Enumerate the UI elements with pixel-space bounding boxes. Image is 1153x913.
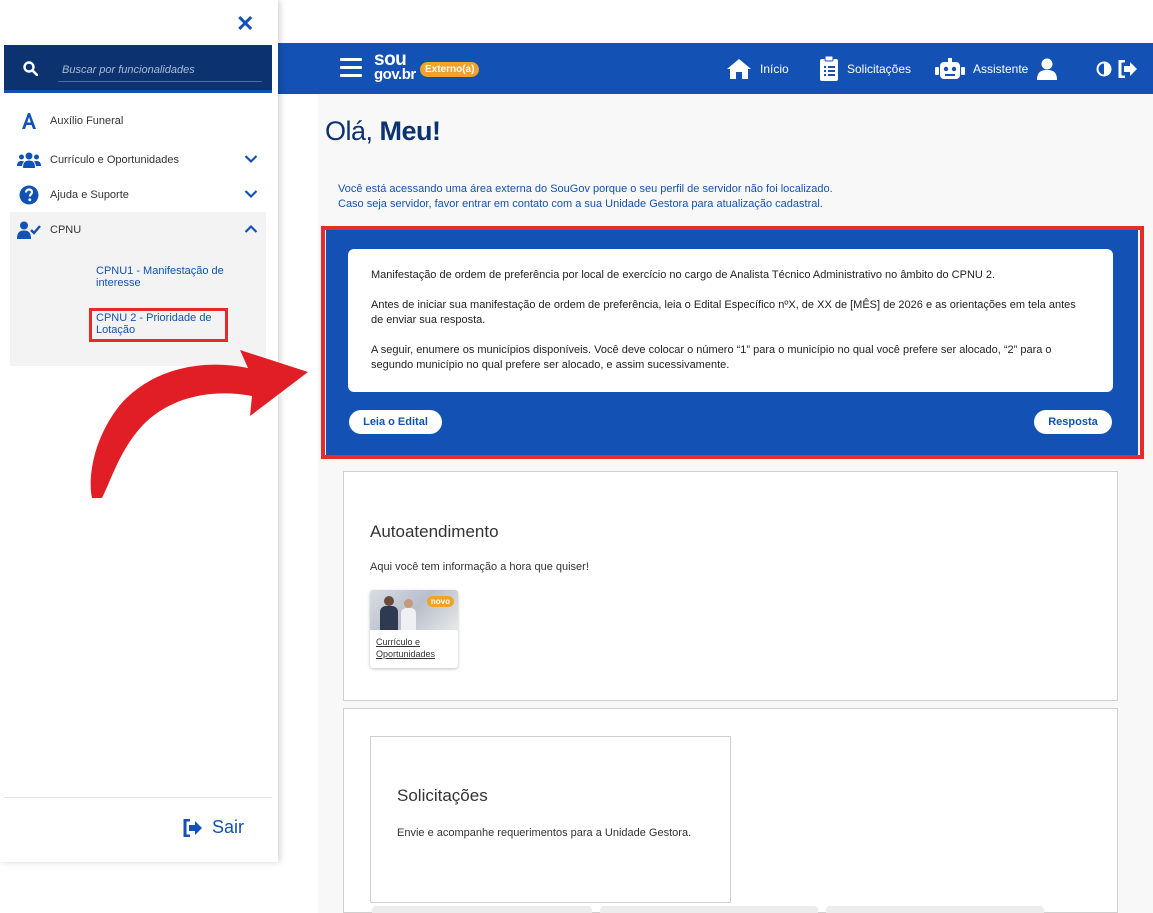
nav-assistente-label: Assistente <box>973 61 1029 76</box>
logout-label: Sair <box>212 817 245 837</box>
chevron-down-icon[interactable] <box>244 189 258 199</box>
search-input[interactable] <box>58 58 262 82</box>
contrast-icon <box>1096 61 1112 76</box>
notice-line1: Você está acessando uma área externa do … <box>338 183 833 195</box>
menu-icon[interactable] <box>340 58 362 78</box>
autoatendimento-section: Autoatendimento Aqui você tem informação… <box>343 471 1118 701</box>
greeting-prefix: Olá, <box>325 116 373 146</box>
logo-line2: gov.br <box>374 66 416 83</box>
letter-a-icon <box>14 112 44 130</box>
contrast-toggle[interactable] <box>1096 43 1120 94</box>
solicitacoes-section: Solicitações Envie e acompanhe requerime… <box>343 708 1118 913</box>
sidebar-logout-button[interactable]: Sair <box>183 817 244 838</box>
question-circle-icon <box>14 185 44 205</box>
user-profile-button[interactable] <box>1037 43 1065 94</box>
page-title: Olá, Meu! <box>325 116 441 147</box>
nav-solicitacoes[interactable]: Solicitações <box>819 43 911 94</box>
card-stub <box>372 906 592 913</box>
logout-icon <box>183 818 202 837</box>
robot-icon <box>935 57 965 79</box>
nav-inicio-label: Início <box>760 61 789 76</box>
sidebar-item-auxilio-funeral[interactable]: Auxílio Funeral <box>10 105 266 137</box>
sidebar-subitem-cpnu1[interactable]: CPNU1 - Manifestação de interesse <box>96 265 236 289</box>
solicitacoes-title: Solicitações <box>397 786 488 805</box>
solicitacoes-desc: Envie e acompanhe requerimentos para a U… <box>397 827 692 839</box>
autoatendimento-title: Autoatendimento <box>370 522 499 541</box>
sidebar-item-ajuda[interactable]: Ajuda e Suporte <box>10 179 266 211</box>
annotation-arrow-icon <box>90 350 308 498</box>
search-bar <box>4 45 272 93</box>
card-stub <box>826 906 1044 913</box>
notice-line2: Caso seja servidor, favor entrar em cont… <box>338 198 823 210</box>
curriculo-card[interactable]: novo Currículo e Oportunidades <box>370 590 458 668</box>
highlight-outline-panel <box>321 226 1144 459</box>
sidebar-item-curriculo[interactable]: Currículo e Oportunidades <box>10 144 266 176</box>
user-check-icon <box>14 221 44 239</box>
clipboard-icon <box>820 55 838 81</box>
logo-line1: sou <box>374 49 407 70</box>
users-icon <box>14 152 44 168</box>
solicitacoes-card[interactable]: Solicitações Envie e acompanhe requerime… <box>370 736 731 903</box>
search-icon <box>23 61 38 76</box>
chevron-down-icon[interactable] <box>244 154 258 164</box>
sidebar-item-label: Auxílio Funeral <box>50 115 124 127</box>
sidebar-item-label: Currículo e Oportunidades <box>50 154 180 166</box>
header-logout-button[interactable] <box>1118 43 1146 94</box>
external-notice: Você está acessando uma área externa do … <box>338 182 833 212</box>
nav-assistente[interactable]: Assistente <box>935 43 1028 94</box>
logout-icon <box>1118 59 1137 78</box>
top-header: sou gov.br Externo(a) Início Solicitaçõe… <box>278 43 1153 94</box>
novo-badge: novo <box>426 596 454 607</box>
user-icon <box>1037 58 1057 80</box>
curriculo-card-label: Currículo e Oportunidades <box>376 637 436 659</box>
nav-inicio[interactable]: Início <box>726 43 789 94</box>
sidebar-item-cpnu[interactable]: CPNU <box>10 214 266 246</box>
chevron-up-icon[interactable] <box>244 224 258 234</box>
home-icon <box>727 58 751 79</box>
sidebar-item-label: CPNU <box>50 224 82 236</box>
sidebar-item-label: Ajuda e Suporte <box>50 189 129 201</box>
nav-solicitacoes-label: Solicitações <box>847 61 912 76</box>
close-icon[interactable]: ✕ <box>236 11 254 37</box>
externo-badge: Externo(a) <box>420 62 480 77</box>
autoatendimento-subtitle: Aqui você tem informação a hora que quis… <box>370 561 589 573</box>
card-stub <box>600 906 818 913</box>
greeting-name: Meu! <box>379 116 442 146</box>
sidebar-divider <box>4 797 272 798</box>
sougov-logo[interactable]: sou gov.br <box>374 49 416 83</box>
curriculo-card-image: novo <box>370 590 458 630</box>
